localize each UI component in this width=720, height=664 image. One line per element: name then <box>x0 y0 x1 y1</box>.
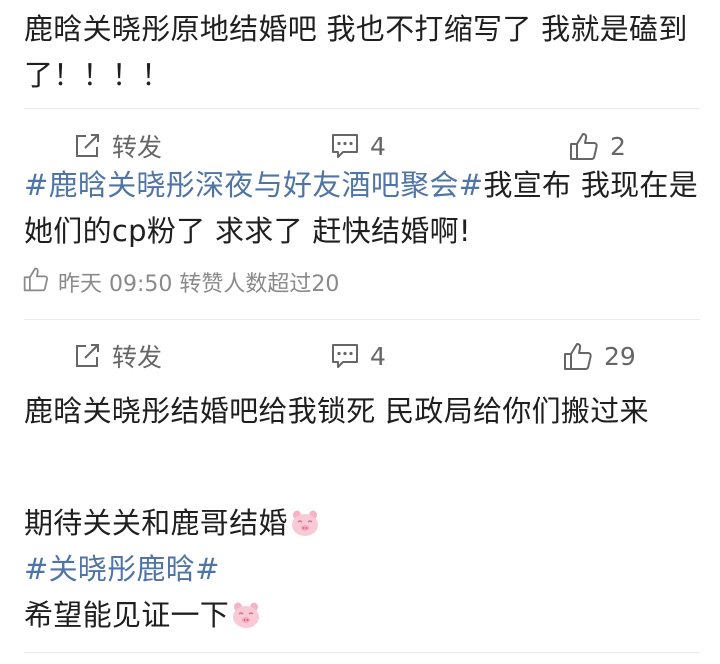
comment-icon <box>330 131 360 161</box>
like-count: 29 <box>604 341 636 371</box>
repost-button[interactable]: 转发 <box>72 126 162 166</box>
comment-count: 4 <box>370 131 386 161</box>
like-button[interactable]: 2 <box>568 126 626 166</box>
comment-text: 鹿晗关晓彤原地结婚吧 我也不打缩写了 我就是磕到了！！！！ <box>24 6 700 98</box>
action-bar: 转发 4 2 <box>0 126 720 166</box>
like-button[interactable]: 29 <box>562 336 636 376</box>
comment-text: 期待关关和鹿哥结婚 #关晓彤鹿晗# 希望能见证一下 <box>24 500 700 638</box>
thumbs-up-icon[interactable] <box>22 265 50 299</box>
action-bar: 转发 4 29 <box>0 336 720 376</box>
comment-body: 鹿晗关晓彤原地结婚吧 我也不打缩写了 我就是磕到了！！！！ <box>24 12 688 92</box>
comment-body: 鹿晗关晓彤结婚吧给我锁死 民政局给你们搬过来 <box>24 394 649 428</box>
hashtag-link[interactable]: #鹿晗关晓彤深夜与好友酒吧聚会# <box>24 168 483 202</box>
comment-button[interactable]: 4 <box>330 126 386 166</box>
comment-icon <box>330 341 360 371</box>
comment-button[interactable]: 4 <box>330 336 386 376</box>
comment-meta: 昨天 09:50 转赞人数超过20 <box>22 264 339 300</box>
hashtag-link[interactable]: #关晓彤鹿晗# <box>24 552 220 586</box>
comment-count: 4 <box>370 341 386 371</box>
comment-line: 希望能见证一下 <box>24 598 230 632</box>
comment-line: 期待关关和鹿哥结婚 <box>24 506 288 540</box>
share-icon <box>72 131 102 161</box>
divider <box>24 652 700 653</box>
comment-text: #鹿晗关晓彤深夜与好友酒吧聚会#我宣布 我现在是她们的cp粉了 求求了 赶快结婚… <box>24 162 700 254</box>
divider <box>24 108 700 109</box>
thumbs-up-icon <box>562 340 594 372</box>
divider <box>24 319 700 320</box>
comment-text: 鹿晗关晓彤结婚吧给我锁死 民政局给你们搬过来 <box>24 388 700 434</box>
repost-label: 转发 <box>112 133 163 162</box>
share-icon <box>72 341 102 371</box>
repost-button[interactable]: 转发 <box>72 336 162 376</box>
meta-text: 昨天 09:50 转赞人数超过20 <box>58 272 340 297</box>
repost-label: 转发 <box>112 343 163 372</box>
thumbs-up-icon <box>568 130 600 162</box>
pig-face-emoji-icon <box>290 504 320 536</box>
pig-face-emoji-icon <box>231 596 261 628</box>
like-count: 2 <box>610 131 626 161</box>
